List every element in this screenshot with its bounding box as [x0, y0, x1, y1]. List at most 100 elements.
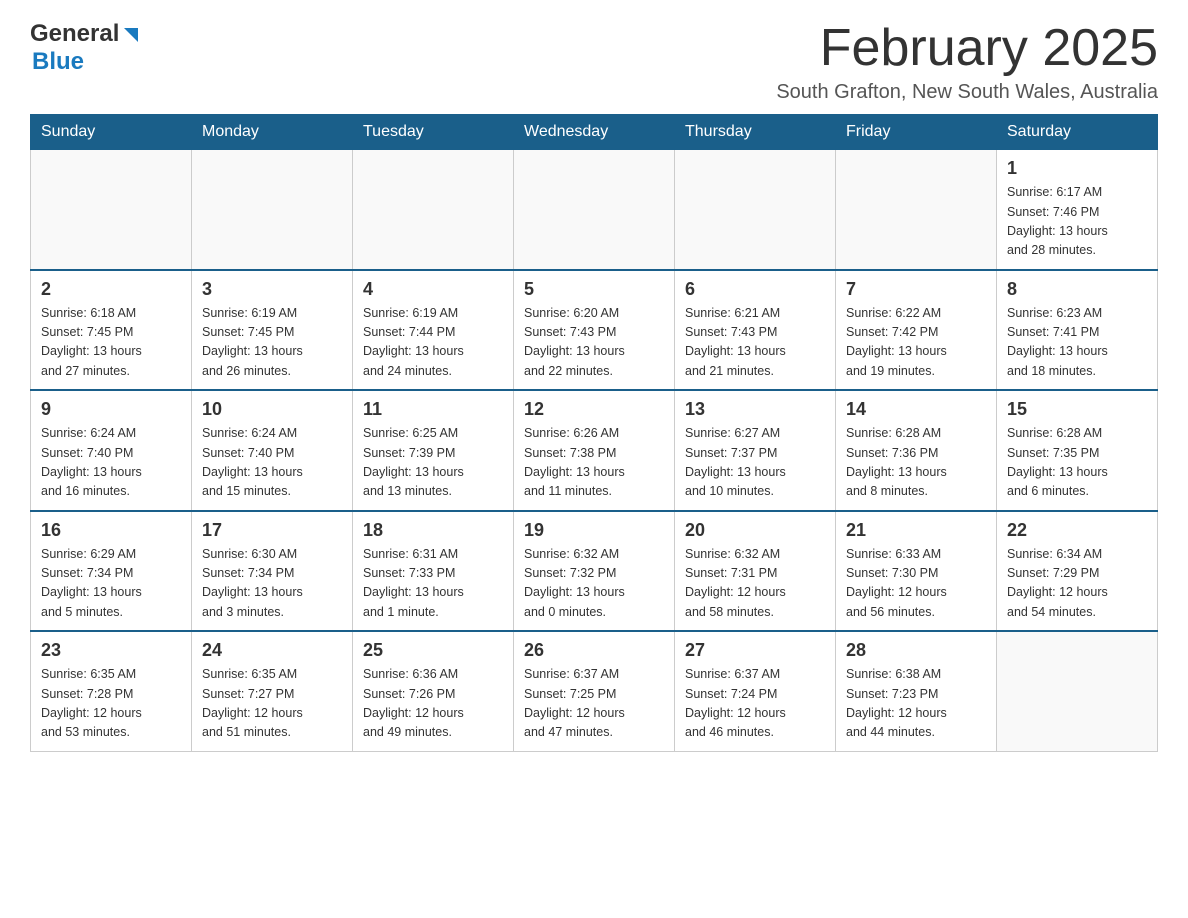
- day-number: 21: [846, 520, 986, 541]
- day-info: Sunrise: 6:28 AMSunset: 7:35 PMDaylight:…: [1007, 424, 1147, 502]
- calendar-day-cell: 17Sunrise: 6:30 AMSunset: 7:34 PMDayligh…: [192, 511, 353, 632]
- calendar-day-cell: 10 Sunrise: 6:24 AMSunset: 7:40 PMDayligh…: [192, 390, 353, 511]
- calendar-day-cell: 13 Sunrise: 6:27 AMSunset: 7:37 PMDayligh…: [675, 390, 836, 511]
- calendar-day-cell: 12 Sunrise: 6:26 AMSunset: 7:38 PMDayligh…: [514, 390, 675, 511]
- day-number: 14: [846, 399, 986, 420]
- day-number: 19: [524, 520, 664, 541]
- day-number: 25: [363, 640, 503, 661]
- day-number: 24: [202, 640, 342, 661]
- logo-blue-text: Blue: [32, 48, 84, 75]
- calendar-day-cell: [192, 150, 353, 270]
- day-info: Sunrise: 6:33 AMSunset: 7:30 PMDaylight:…: [846, 545, 986, 623]
- calendar-day-cell: [514, 150, 675, 270]
- calendar-table: SundayMondayTuesdayWednesdayThursdayFrid…: [30, 114, 1158, 752]
- title-area: February 2025 South Grafton, New South W…: [776, 20, 1158, 104]
- day-info: Sunrise: 6:28 AMSunset: 7:36 PMDaylight:…: [846, 424, 986, 502]
- day-info: Sunrise: 6:23 AMSunset: 7:41 PMDaylight:…: [1007, 304, 1147, 382]
- calendar-header-wednesday: Wednesday: [514, 115, 675, 150]
- day-number: 3: [202, 279, 342, 300]
- day-info: Sunrise: 6:30 AMSunset: 7:34 PMDaylight:…: [202, 545, 342, 623]
- calendar-day-cell: 5 Sunrise: 6:20 AMSunset: 7:43 PMDaylight…: [514, 270, 675, 391]
- calendar-day-cell: 28 Sunrise: 6:38 AMSunset: 7:23 PMDayligh…: [836, 631, 997, 751]
- calendar-day-cell: 27 Sunrise: 6:37 AMSunset: 7:24 PMDayligh…: [675, 631, 836, 751]
- day-info: Sunrise: 6:19 AMSunset: 7:45 PMDaylight:…: [202, 304, 342, 382]
- day-info: Sunrise: 6:26 AMSunset: 7:38 PMDaylight:…: [524, 424, 664, 502]
- day-number: 4: [363, 279, 503, 300]
- day-number: 26: [524, 640, 664, 661]
- day-info: Sunrise: 6:18 AMSunset: 7:45 PMDaylight:…: [41, 304, 181, 382]
- logo: General Blue: [30, 20, 142, 76]
- calendar-week-row: 16 Sunrise: 6:29 AMSunset: 7:34 PMDayligh…: [31, 511, 1158, 632]
- day-number: 2: [41, 279, 181, 300]
- calendar-day-cell: [997, 631, 1158, 751]
- day-number: 27: [685, 640, 825, 661]
- day-info: Sunrise: 6:35 AMSunset: 7:28 PMDaylight:…: [41, 665, 181, 743]
- calendar-header-thursday: Thursday: [675, 115, 836, 150]
- day-number: 10: [202, 399, 342, 420]
- calendar-header-monday: Monday: [192, 115, 353, 150]
- calendar-day-cell: 24 Sunrise: 6:35 AMSunset: 7:27 PMDayligh…: [192, 631, 353, 751]
- day-number: 1: [1007, 158, 1147, 179]
- day-number: 20: [685, 520, 825, 541]
- day-number: 16: [41, 520, 181, 541]
- calendar-day-cell: 18 Sunrise: 6:31 AMSunset: 7:33 PMDayligh…: [353, 511, 514, 632]
- day-info: Sunrise: 6:25 AMSunset: 7:39 PMDaylight:…: [363, 424, 503, 502]
- day-number: 13: [685, 399, 825, 420]
- day-number: 9: [41, 399, 181, 420]
- calendar-header-sunday: Sunday: [31, 115, 192, 150]
- day-info: Sunrise: 6:31 AMSunset: 7:33 PMDaylight:…: [363, 545, 503, 623]
- calendar-day-cell: 14 Sunrise: 6:28 AMSunset: 7:36 PMDayligh…: [836, 390, 997, 511]
- calendar-day-cell: 9 Sunrise: 6:24 AMSunset: 7:40 PMDaylight…: [31, 390, 192, 511]
- location-subtitle: South Grafton, New South Wales, Australi…: [776, 81, 1158, 104]
- calendar-header-friday: Friday: [836, 115, 997, 150]
- day-info: Sunrise: 6:32 AMSunset: 7:32 PMDaylight:…: [524, 545, 664, 623]
- logo-general-text: General: [30, 20, 119, 48]
- day-info: Sunrise: 6:24 AMSunset: 7:40 PMDaylight:…: [202, 424, 342, 502]
- calendar-day-cell: 11 Sunrise: 6:25 AMSunset: 7:39 PMDayligh…: [353, 390, 514, 511]
- day-number: 18: [363, 520, 503, 541]
- day-number: 6: [685, 279, 825, 300]
- day-info: Sunrise: 6:27 AMSunset: 7:37 PMDaylight:…: [685, 424, 825, 502]
- day-number: 15: [1007, 399, 1147, 420]
- day-info: Sunrise: 6:38 AMSunset: 7:23 PMDaylight:…: [846, 665, 986, 743]
- day-number: 5: [524, 279, 664, 300]
- day-number: 28: [846, 640, 986, 661]
- day-info: Sunrise: 6:35 AMSunset: 7:27 PMDaylight:…: [202, 665, 342, 743]
- day-info: Sunrise: 6:24 AMSunset: 7:40 PMDaylight:…: [41, 424, 181, 502]
- calendar-day-cell: 7Sunrise: 6:22 AMSunset: 7:42 PMDaylight…: [836, 270, 997, 391]
- day-number: 22: [1007, 520, 1147, 541]
- day-info: Sunrise: 6:17 AMSunset: 7:46 PMDaylight:…: [1007, 183, 1147, 261]
- calendar-header-row: SundayMondayTuesdayWednesdayThursdayFrid…: [31, 115, 1158, 150]
- calendar-day-cell: 4 Sunrise: 6:19 AMSunset: 7:44 PMDaylight…: [353, 270, 514, 391]
- day-info: Sunrise: 6:34 AMSunset: 7:29 PMDaylight:…: [1007, 545, 1147, 623]
- calendar-week-row: 9 Sunrise: 6:24 AMSunset: 7:40 PMDaylight…: [31, 390, 1158, 511]
- logo-icon: [120, 24, 142, 46]
- calendar-week-row: 2 Sunrise: 6:18 AMSunset: 7:45 PMDaylight…: [31, 270, 1158, 391]
- day-info: Sunrise: 6:19 AMSunset: 7:44 PMDaylight:…: [363, 304, 503, 382]
- day-number: 12: [524, 399, 664, 420]
- calendar-week-row: 1 Sunrise: 6:17 AMSunset: 7:46 PMDaylight…: [31, 150, 1158, 270]
- calendar-day-cell: 26 Sunrise: 6:37 AMSunset: 7:25 PMDayligh…: [514, 631, 675, 751]
- calendar-day-cell: 21 Sunrise: 6:33 AMSunset: 7:30 PMDayligh…: [836, 511, 997, 632]
- day-info: Sunrise: 6:32 AMSunset: 7:31 PMDaylight:…: [685, 545, 825, 623]
- day-number: 11: [363, 399, 503, 420]
- calendar-day-cell: 1 Sunrise: 6:17 AMSunset: 7:46 PMDaylight…: [997, 150, 1158, 270]
- calendar-day-cell: [675, 150, 836, 270]
- calendar-header-tuesday: Tuesday: [353, 115, 514, 150]
- calendar-day-cell: 19 Sunrise: 6:32 AMSunset: 7:32 PMDayligh…: [514, 511, 675, 632]
- calendar-day-cell: 15 Sunrise: 6:28 AMSunset: 7:35 PMDayligh…: [997, 390, 1158, 511]
- day-info: Sunrise: 6:29 AMSunset: 7:34 PMDaylight:…: [41, 545, 181, 623]
- page-header: General Blue February 2025 South Grafton…: [30, 20, 1158, 104]
- day-info: Sunrise: 6:21 AMSunset: 7:43 PMDaylight:…: [685, 304, 825, 382]
- calendar-day-cell: 25Sunrise: 6:36 AMSunset: 7:26 PMDayligh…: [353, 631, 514, 751]
- calendar-day-cell: 6 Sunrise: 6:21 AMSunset: 7:43 PMDaylight…: [675, 270, 836, 391]
- day-info: Sunrise: 6:37 AMSunset: 7:24 PMDaylight:…: [685, 665, 825, 743]
- day-info: Sunrise: 6:22 AMSunset: 7:42 PMDaylight:…: [846, 304, 986, 382]
- calendar-day-cell: [836, 150, 997, 270]
- calendar-day-cell: 23Sunrise: 6:35 AMSunset: 7:28 PMDayligh…: [31, 631, 192, 751]
- day-info: Sunrise: 6:20 AMSunset: 7:43 PMDaylight:…: [524, 304, 664, 382]
- day-number: 8: [1007, 279, 1147, 300]
- calendar-day-cell: 16 Sunrise: 6:29 AMSunset: 7:34 PMDayligh…: [31, 511, 192, 632]
- calendar-day-cell: 2 Sunrise: 6:18 AMSunset: 7:45 PMDaylight…: [31, 270, 192, 391]
- day-info: Sunrise: 6:37 AMSunset: 7:25 PMDaylight:…: [524, 665, 664, 743]
